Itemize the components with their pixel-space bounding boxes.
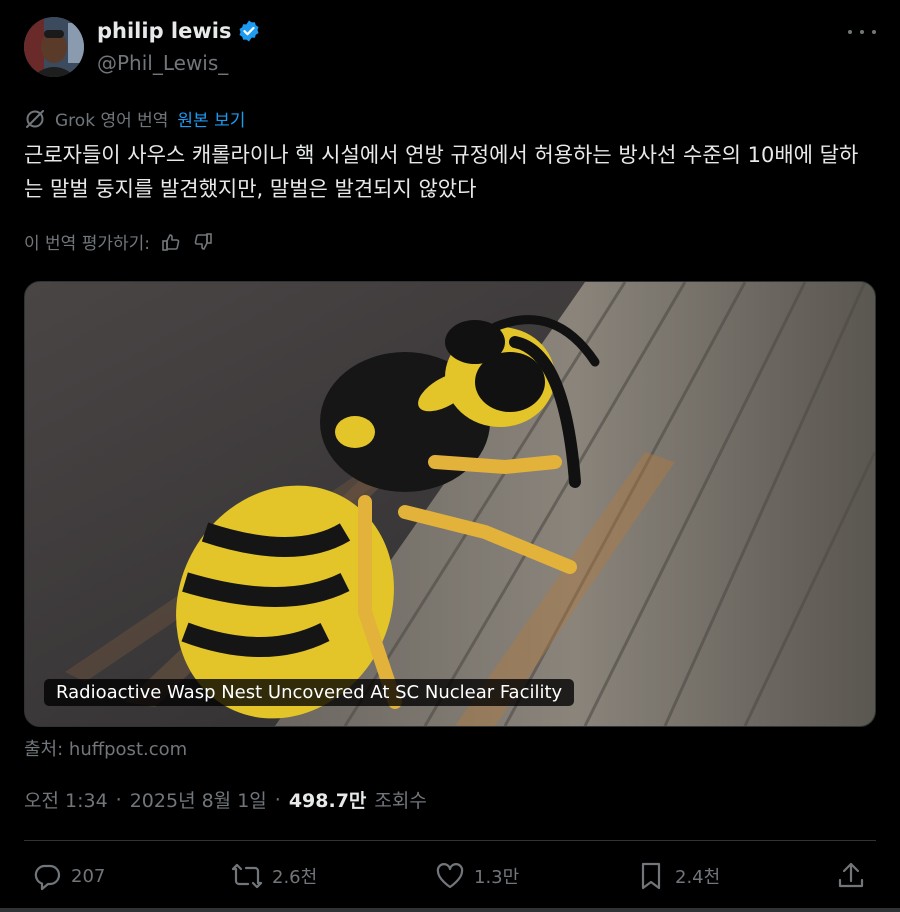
show-original-link[interactable]: 원본 보기 (177, 106, 245, 131)
thumbs-up-icon[interactable] (160, 231, 182, 253)
post-time[interactable]: 오전 1:34 (24, 786, 108, 813)
link-card-media[interactable]: Radioactive Wasp Nest Uncovered At SC Nu… (24, 281, 876, 727)
separator-dot: · (274, 788, 281, 811)
thumbs-down-icon[interactable] (192, 231, 214, 253)
view-count: 498.7만 (288, 790, 367, 812)
repost-count: 2.6천 (272, 867, 318, 888)
divider (24, 840, 876, 841)
wasp-photo (25, 282, 875, 726)
link-source[interactable]: 출처: huffpost.com (24, 735, 187, 761)
author-handle[interactable]: @Phil_Lewis_ (97, 51, 228, 75)
bookmark-count: 2.4천 (675, 867, 721, 888)
translation-label: Grok 영어 번역 (55, 111, 169, 131)
post-date[interactable]: 2025년 8월 1일 (130, 786, 267, 813)
share-icon (838, 862, 864, 888)
bookmark-button[interactable]: 2.4천 (636, 856, 720, 896)
like-count: 1.3만 (474, 867, 520, 888)
action-bar: 207 2.6천 1.3만 2.4천 (24, 856, 874, 896)
view-count-label: 조회수 (374, 790, 427, 812)
heart-icon (436, 863, 464, 889)
like-button[interactable]: 1.3만 (435, 856, 519, 896)
reply-count: 207 (71, 865, 106, 887)
separator-dot: · (115, 788, 122, 811)
repost-button[interactable]: 2.6천 (231, 856, 317, 896)
tweet-text: 근로자들이 사우스 캐롤라이나 핵 시설에서 연방 규정에서 허용하는 방사선 … (24, 143, 859, 201)
author-name[interactable]: philip lewis (97, 19, 231, 43)
share-button[interactable] (836, 856, 866, 896)
bottom-divider (0, 908, 900, 912)
more-options-icon[interactable] (848, 22, 876, 42)
verified-badge-icon (237, 19, 261, 43)
avatar-image (24, 17, 84, 77)
rate-translation-label: 이 번역 평가하기: (24, 234, 151, 254)
avatar[interactable] (24, 17, 84, 77)
reply-icon (34, 864, 61, 891)
grok-icon (24, 108, 46, 130)
bookmark-icon (641, 862, 661, 890)
reply-button[interactable]: 207 (32, 856, 105, 896)
repost-icon (231, 863, 263, 889)
link-card-title[interactable]: Radioactive Wasp Nest Uncovered At SC Nu… (44, 679, 575, 706)
